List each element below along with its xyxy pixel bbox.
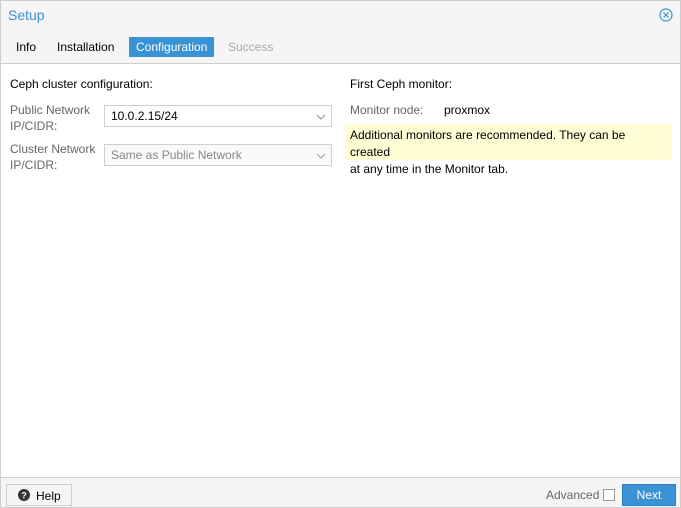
advanced-label: Advanced	[546, 488, 600, 502]
advanced-checkbox[interactable]	[603, 489, 615, 501]
wizard-tab-bar: Info Installation Configuration Success	[1, 29, 680, 64]
ceph-config-heading: Ceph cluster configuration:	[10, 77, 153, 91]
title-bar: Setup	[1, 1, 680, 29]
tab-success: Success	[228, 40, 274, 54]
configuration-panel: Ceph cluster configuration: Public Netwo…	[1, 65, 680, 477]
public-network-label-line1: Public Network	[10, 103, 91, 117]
cluster-network-value: Same as Public Network	[111, 148, 242, 162]
close-icon[interactable]	[659, 8, 673, 22]
setup-window: Setup Info Installation Configuration Su…	[0, 0, 681, 508]
wizard-footer: ? Help Advanced Next	[1, 477, 680, 507]
monitor-node-label: Monitor node:	[350, 103, 424, 117]
public-network-label: Public Network IP/CIDR:	[10, 102, 90, 134]
tab-installation[interactable]: Installation	[50, 37, 121, 57]
chevron-down-icon	[316, 150, 326, 160]
public-network-select[interactable]: 10.0.2.15/24	[104, 105, 332, 127]
next-button[interactable]: Next	[622, 484, 676, 506]
cluster-network-label: Cluster Network IP/CIDR:	[10, 141, 95, 173]
help-label: Help	[36, 489, 61, 503]
tab-configuration[interactable]: Configuration	[129, 37, 215, 57]
notice-line1: Additional monitors are recommended. The…	[350, 128, 626, 159]
notice-line2: at any time in the Monitor tab.	[350, 162, 509, 176]
first-monitor-heading: First Ceph monitor:	[350, 77, 453, 91]
question-circle-icon: ?	[18, 489, 30, 501]
window-title: Setup	[8, 7, 45, 23]
cluster-network-select[interactable]: Same as Public Network	[104, 144, 332, 166]
monitor-notice: Additional monitors are recommended. The…	[345, 124, 672, 176]
cluster-network-label-line2: IP/CIDR:	[10, 158, 58, 172]
help-button[interactable]: ? Help	[6, 484, 72, 506]
tab-info[interactable]: Info	[9, 37, 43, 57]
public-network-label-line2: IP/CIDR:	[10, 119, 58, 133]
monitor-node-value: proxmox	[444, 103, 491, 117]
svg-text:?: ?	[21, 491, 27, 501]
cluster-network-label-line1: Cluster Network	[10, 142, 96, 156]
public-network-value: 10.0.2.15/24	[111, 109, 178, 123]
chevron-down-icon	[316, 111, 326, 121]
